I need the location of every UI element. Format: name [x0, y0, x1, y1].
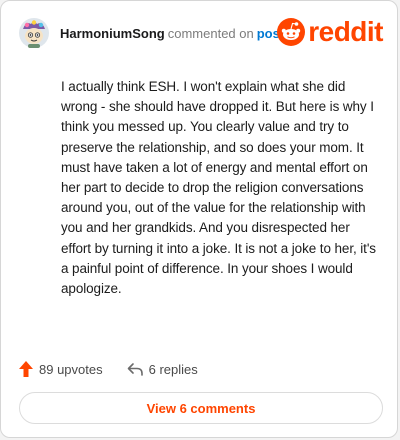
replies-count: 6 replies — [148, 361, 198, 377]
comment-meta: HarmoniumSong commented on post — [60, 26, 284, 41]
brand-wordmark: reddit — [308, 16, 383, 47]
comment-body: I actually think ESH. I won't explain wh… — [61, 79, 376, 297]
upvote-arrow-icon — [19, 361, 33, 377]
view-comments-button[interactable]: View 6 comments — [19, 392, 383, 424]
action-text: commented on — [167, 26, 254, 41]
reddit-logo: reddit — [277, 15, 383, 49]
username-link[interactable]: HarmoniumSong — [60, 26, 165, 41]
reply-arrow-icon — [127, 363, 143, 376]
comment-card: HarmoniumSong commented on post reddit I a… — [0, 0, 398, 438]
reddit-snoo-icon — [277, 18, 306, 46]
comment-footer: 89 upvotes 6 replies — [19, 357, 198, 381]
comment-header: HarmoniumSong commented on post reddit — [18, 15, 385, 55]
user-avatar[interactable] — [18, 17, 50, 49]
upvote-count: 89 upvotes — [39, 361, 103, 377]
upvote-button[interactable]: 89 upvotes — [19, 361, 103, 377]
replies-button[interactable]: 6 replies — [127, 362, 198, 377]
